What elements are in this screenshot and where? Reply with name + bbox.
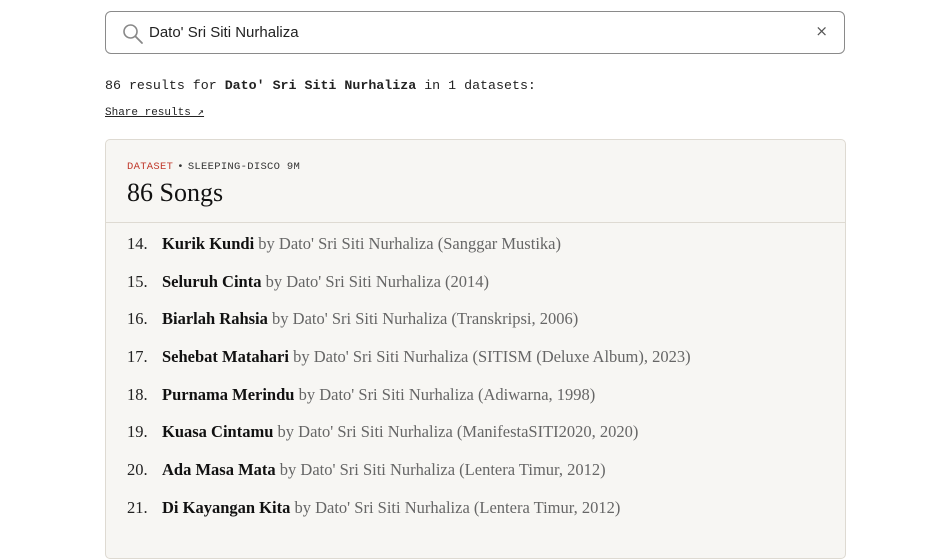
dataset-label: DATASET (127, 161, 174, 173)
song-title[interactable]: Purnama Merindu (162, 385, 294, 404)
summary-prefix: 86 results for (105, 78, 225, 93)
song-meta: by Dato' Sri Siti Nurhaliza (Sanggar Mus… (258, 234, 561, 253)
song-item[interactable]: 18. Purnama Merindu by Dato' Sri Siti Nur… (127, 385, 691, 423)
dataset-separator: • (177, 161, 184, 173)
song-number: 21. (127, 497, 148, 517)
song-title[interactable]: Kurik Kundi (162, 234, 254, 253)
song-number: 18. (127, 384, 148, 404)
song-item[interactable]: 21. Di Kayangan Kita by Dato' Sri Siti Nu… (127, 498, 691, 536)
song-title[interactable]: Biarlah Rahsia (162, 309, 268, 328)
share-results-link[interactable]: Share results ↗ (105, 105, 204, 119)
song-meta: by Dato' Sri Siti Nurhaliza (Transkripsi… (272, 309, 579, 329)
song-number: 14. (127, 234, 148, 253)
song-meta: by Dato' Sri Siti Nurhaliza (SITISM (Del… (293, 347, 691, 367)
song-number: 15. (127, 271, 148, 291)
search-input[interactable]: Dato' Sri Siti Nurhaliza (149, 24, 299, 41)
song-item[interactable]: 17. Sehebat Matahari by Dato' Sri Siti Nu… (127, 347, 691, 385)
song-title[interactable]: Kuasa Cintamu (162, 422, 273, 441)
song-meta: by Dato' Sri Siti Nurhaliza (Lentera Tim… (294, 497, 621, 517)
dataset-title: 86 Songs (127, 178, 224, 207)
song-meta: by Dato' Sri Siti Nurhaliza (Adiwarna, 1… (298, 384, 596, 404)
song-list: 14. Kurik Kundi by Dato' Sri Siti Nurhali… (127, 234, 691, 536)
song-item[interactable]: 15. Seluruh Cinta by Dato' Sri Siti Nurha… (127, 272, 691, 310)
summary-query: Dato' Sri Siti Nurhaliza (224, 78, 417, 93)
song-meta: by Dato' Sri Siti Nurhaliza (ManifestaSI… (277, 422, 639, 442)
song-item[interactable]: 16. Biarlah Rahsia by Dato' Sri Siti Nurh… (127, 309, 691, 347)
song-number: 19. (127, 422, 148, 442)
search-box[interactable]: Dato' Sri Siti Nurhaliza × (105, 11, 845, 54)
song-title[interactable]: Sehebat Matahari (162, 347, 289, 366)
dataset-header: DATASET • SLEEPING-DISCO 9M 86 Songs (106, 140, 845, 223)
song-number: 20. (127, 460, 148, 480)
dataset-meta: DATASET • SLEEPING-DISCO 9M (127, 161, 300, 173)
summary-suffix: in 1 datasets: (416, 78, 536, 93)
song-item[interactable]: 20. Ada Masa Mata by Dato' Sri Siti Nurha… (127, 460, 691, 498)
dataset-name: SLEEPING-DISCO 9M (187, 161, 301, 173)
song-item[interactable]: 14. Kurik Kundi by Dato' Sri Siti Nurhali… (127, 234, 691, 272)
results-summary: 86 results for Dato' Sri Siti Nurhaliza … (105, 78, 536, 93)
song-meta: by Dato' Sri Siti Nurhaliza (2014) (265, 271, 490, 291)
dataset-card: DATASET • SLEEPING-DISCO 9M 86 Songs 14. Ku… (105, 139, 846, 559)
search-icon (122, 23, 144, 45)
song-item[interactable]: 19. Kuasa Cintamu by Dato' Sri Siti Nurha… (127, 422, 691, 460)
song-number: 17. (127, 347, 148, 367)
clear-search-button[interactable]: × (815, 22, 828, 40)
song-meta: by Dato' Sri Siti Nurhaliza (Lentera Tim… (279, 460, 606, 480)
song-number: 16. (127, 309, 148, 329)
song-title[interactable]: Seluruh Cinta (162, 272, 261, 291)
song-title[interactable]: Ada Masa Mata (162, 460, 276, 479)
song-title[interactable]: Di Kayangan Kita (162, 498, 290, 517)
